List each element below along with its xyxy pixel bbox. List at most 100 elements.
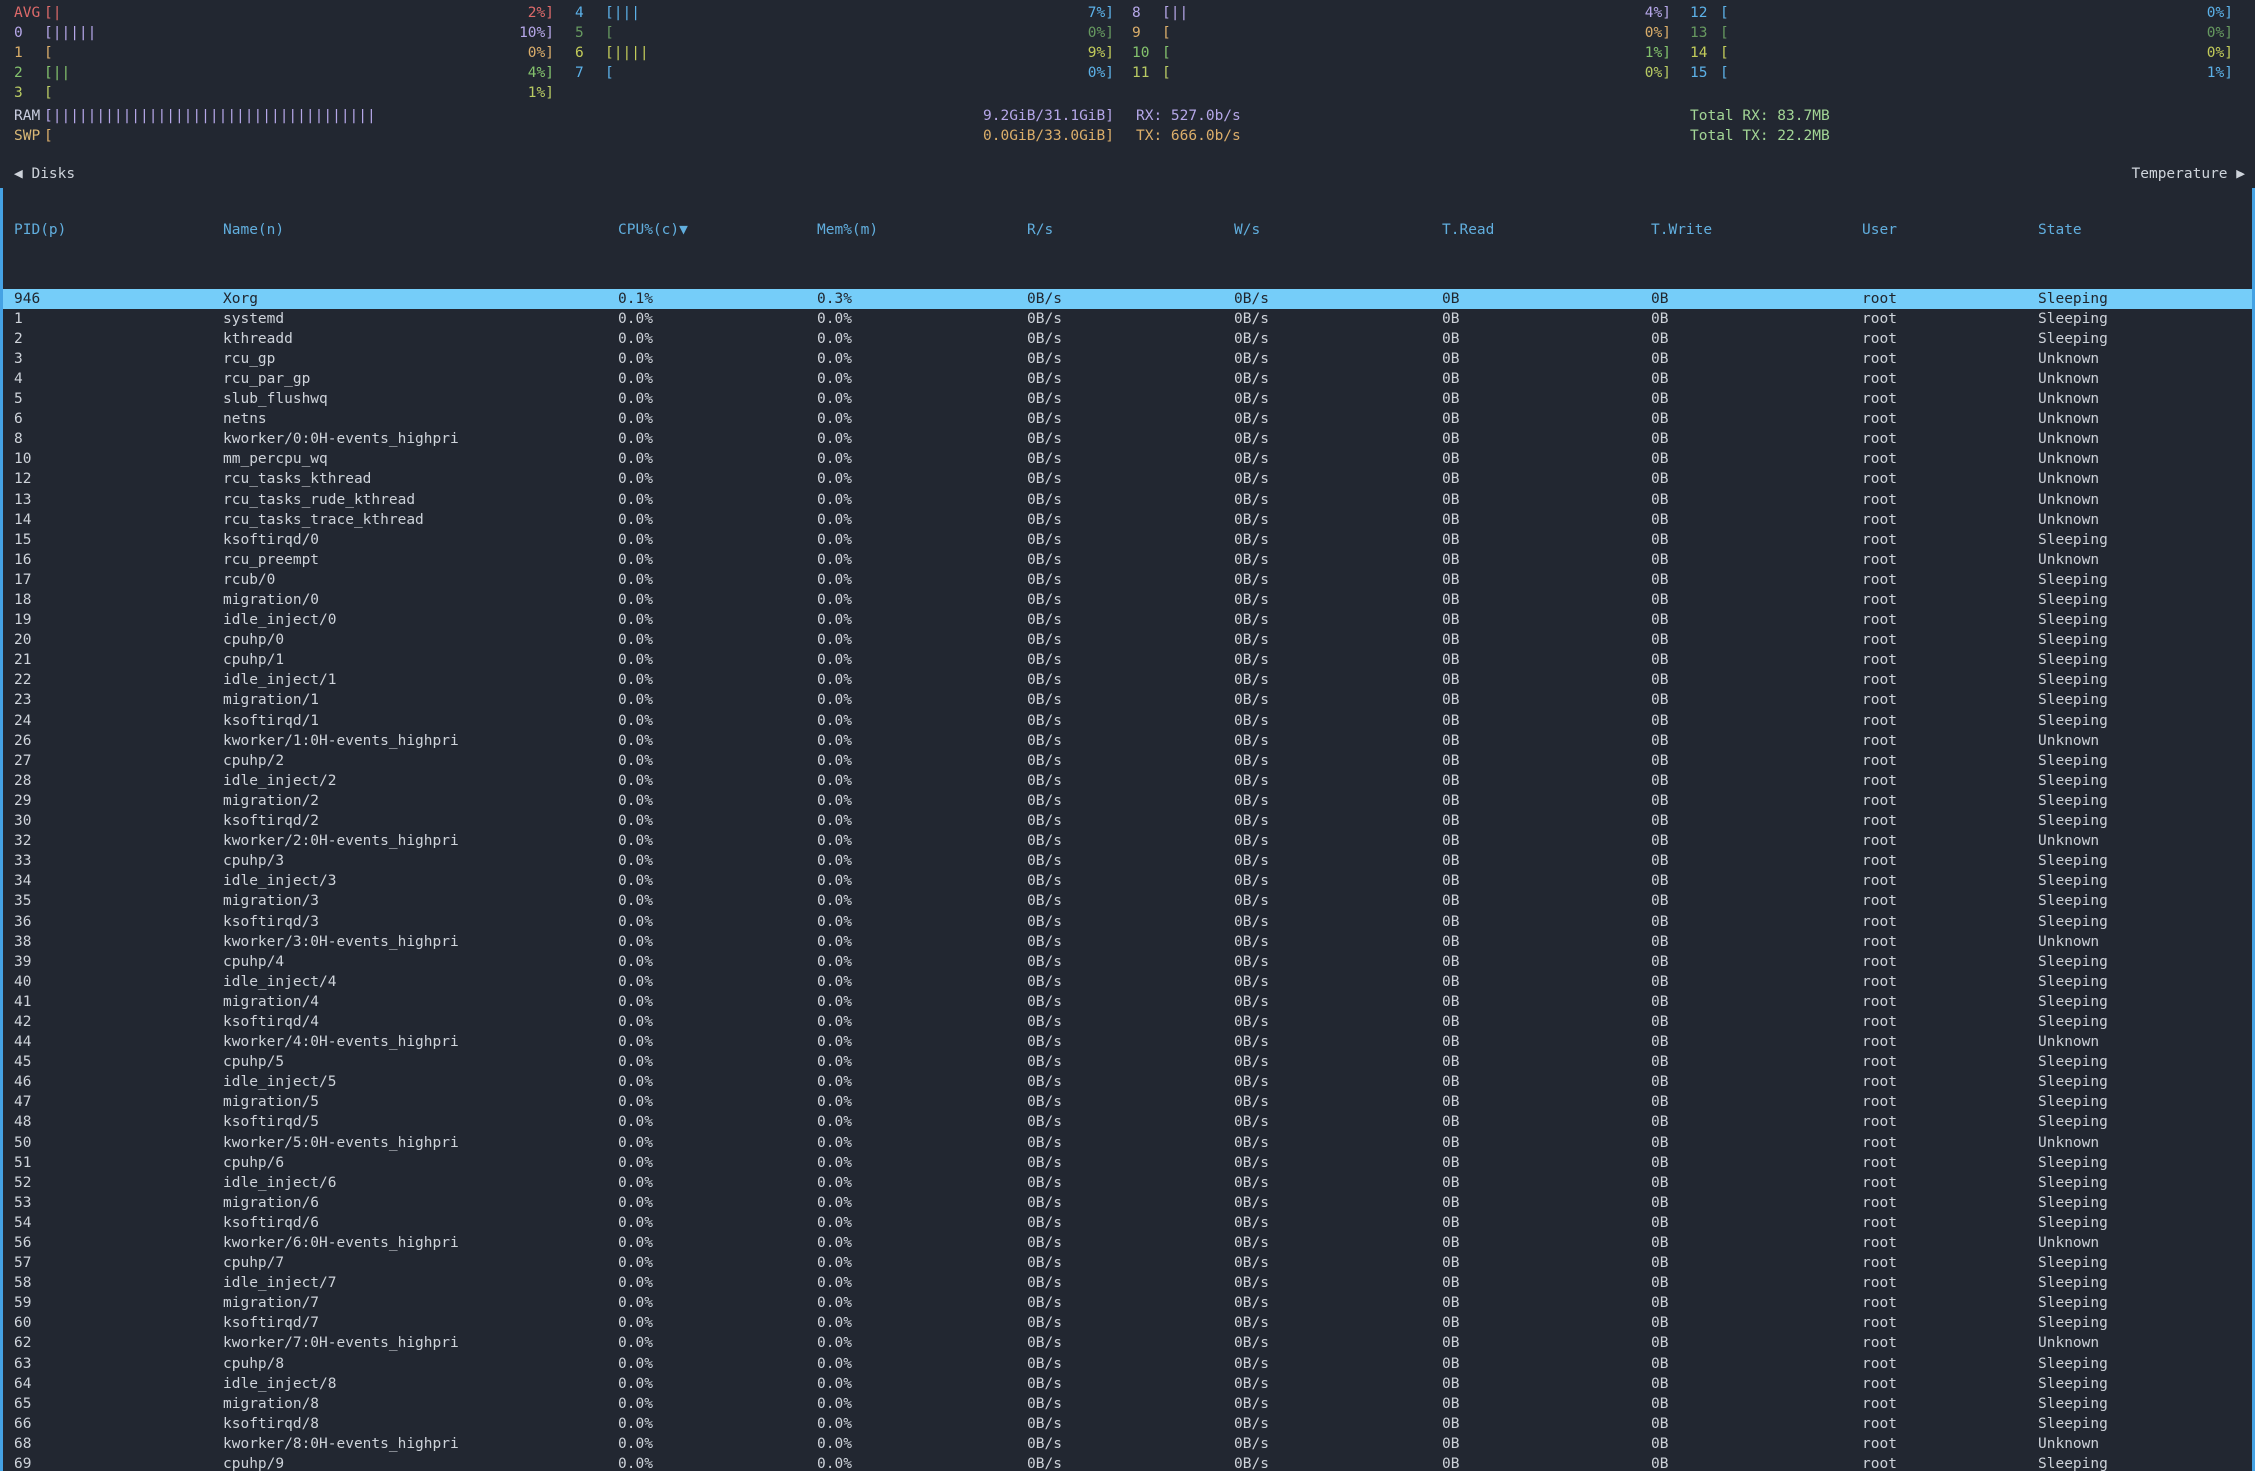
process-row[interactable]: 18migration/00.0%0.0%0B/s0B/s0B0BrootSle… (3, 590, 2252, 610)
process-row[interactable]: 26kworker/1:0H-events_highpri0.0%0.0%0B/… (3, 731, 2252, 751)
process-row[interactable]: 5slub_flushwq0.0%0.0%0B/s0B/s0B0BrootUnk… (3, 389, 2252, 409)
cpu-meter-column-1: AVG[|2%]0[|||||10%]1[0%]2[||4%]3[1%] (14, 3, 554, 103)
process-row[interactable]: 50kworker/5:0H-events_highpri0.0%0.0%0B/… (3, 1133, 2252, 1153)
process-row[interactable]: 63cpuhp/80.0%0.0%0B/s0B/s0B0BrootSleepin… (3, 1354, 2252, 1374)
cell: 0B (1442, 912, 1651, 932)
process-row[interactable]: 64idle_inject/80.0%0.0%0B/s0B/s0B0BrootS… (3, 1374, 2252, 1394)
process-row[interactable]: 45cpuhp/50.0%0.0%0B/s0B/s0B0BrootSleepin… (3, 1052, 2252, 1072)
column-header[interactable]: Mem%(m) (817, 220, 1027, 240)
process-row[interactable]: 57cpuhp/70.0%0.0%0B/s0B/s0B0BrootSleepin… (3, 1253, 2252, 1273)
process-row[interactable]: 42ksoftirqd/40.0%0.0%0B/s0B/s0B0BrootSle… (3, 1012, 2252, 1032)
column-header[interactable]: Name(n) (223, 220, 618, 240)
cell: 0B/s (1027, 932, 1234, 952)
cell: 0B (1442, 1374, 1651, 1394)
column-header[interactable]: W/s (1234, 220, 1442, 240)
process-row[interactable]: 48ksoftirqd/50.0%0.0%0B/s0B/s0B0BrootSle… (3, 1112, 2252, 1132)
cell: 0B/s (1234, 1072, 1442, 1092)
column-header[interactable]: User (1862, 220, 2038, 240)
process-row[interactable]: 24ksoftirqd/10.0%0.0%0B/s0B/s0B0BrootSle… (3, 711, 2252, 731)
cell: 39 (14, 952, 223, 972)
cell: 0.0% (817, 791, 1027, 811)
process-row[interactable]: 3rcu_gp0.0%0.0%0B/s0B/s0B0BrootUnknown (3, 349, 2252, 369)
process-row[interactable]: 53migration/60.0%0.0%0B/s0B/s0B0BrootSle… (3, 1193, 2252, 1213)
cell: 0B (1442, 851, 1651, 871)
process-row[interactable]: 21cpuhp/10.0%0.0%0B/s0B/s0B0BrootSleepin… (3, 650, 2252, 670)
process-row[interactable]: 35migration/30.0%0.0%0B/s0B/s0B0BrootSle… (3, 891, 2252, 911)
process-row[interactable]: 27cpuhp/20.0%0.0%0B/s0B/s0B0BrootSleepin… (3, 751, 2252, 771)
column-header[interactable]: CPU%(c)▼ (618, 220, 817, 240)
cell: 0.0% (618, 1092, 817, 1112)
cell: kthreadd (223, 329, 618, 349)
process-row[interactable]: 15ksoftirqd/00.0%0.0%0B/s0B/s0B0BrootSle… (3, 530, 2252, 550)
cell: root (1862, 329, 2038, 349)
cell: 0B (1442, 1193, 1651, 1213)
cell: 0B/s (1027, 831, 1234, 851)
cell: root (1862, 751, 2038, 771)
cell: 0B/s (1027, 952, 1234, 972)
process-row[interactable]: 13rcu_tasks_rude_kthread0.0%0.0%0B/s0B/s… (3, 490, 2252, 510)
process-row[interactable]: 66ksoftirqd/80.0%0.0%0B/s0B/s0B0BrootSle… (3, 1414, 2252, 1434)
nav-prev-disks-button[interactable]: ◀ Disks (14, 164, 75, 184)
cell: Sleeping (2038, 751, 2252, 771)
process-row[interactable]: 34idle_inject/30.0%0.0%0B/s0B/s0B0BrootS… (3, 871, 2252, 891)
process-row[interactable]: 22idle_inject/10.0%0.0%0B/s0B/s0B0BrootS… (3, 670, 2252, 690)
network-tx: TX: 666.0b/s (1136, 126, 1241, 146)
meter-label: 15 (1690, 63, 1720, 83)
process-row[interactable]: 6netns0.0%0.0%0B/s0B/s0B0BrootUnknown (3, 409, 2252, 429)
process-row[interactable]: 4rcu_par_gp0.0%0.0%0B/s0B/s0B0BrootUnkno… (3, 369, 2252, 389)
cell: 0B (1442, 409, 1651, 429)
process-row[interactable]: 68kworker/8:0H-events_highpri0.0%0.0%0B/… (3, 1434, 2252, 1454)
process-row[interactable]: 62kworker/7:0H-events_highpri0.0%0.0%0B/… (3, 1333, 2252, 1353)
process-row[interactable]: 29migration/20.0%0.0%0B/s0B/s0B0BrootSle… (3, 791, 2252, 811)
process-row[interactable]: 36ksoftirqd/30.0%0.0%0B/s0B/s0B0BrootSle… (3, 912, 2252, 932)
process-row[interactable]: 2kthreadd0.0%0.0%0B/s0B/s0B0BrootSleepin… (3, 329, 2252, 349)
cell: 0B (1442, 751, 1651, 771)
cell: 56 (14, 1233, 223, 1253)
cell: Unknown (2038, 1434, 2252, 1454)
column-header[interactable]: PID(p) (14, 220, 223, 240)
process-row[interactable]: 19idle_inject/00.0%0.0%0B/s0B/s0B0BrootS… (3, 610, 2252, 630)
process-row[interactable]: 14rcu_tasks_trace_kthread0.0%0.0%0B/s0B/… (3, 510, 2252, 530)
swap-meter: SWP[0.0GiB/33.0GiB] (14, 126, 1114, 146)
process-row[interactable]: 23migration/10.0%0.0%0B/s0B/s0B0BrootSle… (3, 690, 2252, 710)
process-row[interactable]: 46idle_inject/50.0%0.0%0B/s0B/s0B0BrootS… (3, 1072, 2252, 1092)
process-row[interactable]: 30ksoftirqd/20.0%0.0%0B/s0B/s0B0BrootSle… (3, 811, 2252, 831)
process-row[interactable]: 69cpuhp/90.0%0.0%0B/s0B/s0B0BrootSleepin… (3, 1454, 2252, 1471)
process-row[interactable]: 60ksoftirqd/70.0%0.0%0B/s0B/s0B0BrootSle… (3, 1313, 2252, 1333)
process-row[interactable]: 47migration/50.0%0.0%0B/s0B/s0B0BrootSle… (3, 1092, 2252, 1112)
process-row[interactable]: 32kworker/2:0H-events_highpri0.0%0.0%0B/… (3, 831, 2252, 851)
cell: 0B/s (1027, 630, 1234, 650)
process-row[interactable]: 52idle_inject/60.0%0.0%0B/s0B/s0B0BrootS… (3, 1173, 2252, 1193)
process-row[interactable]: 41migration/40.0%0.0%0B/s0B/s0B0BrootSle… (3, 992, 2252, 1012)
cell: 1 (14, 309, 223, 329)
process-row[interactable]: 10mm_percpu_wq0.0%0.0%0B/s0B/s0B0BrootUn… (3, 449, 2252, 469)
cell: 10 (14, 449, 223, 469)
column-header[interactable]: T.Read (1442, 220, 1651, 240)
process-row[interactable]: 38kworker/3:0H-events_highpri0.0%0.0%0B/… (3, 932, 2252, 952)
process-row[interactable]: 56kworker/6:0H-events_highpri0.0%0.0%0B/… (3, 1233, 2252, 1253)
cell: 4 (14, 369, 223, 389)
process-row[interactable]: 58idle_inject/70.0%0.0%0B/s0B/s0B0BrootS… (3, 1273, 2252, 1293)
process-row[interactable]: 17rcub/00.0%0.0%0B/s0B/s0B0BrootSleeping (3, 570, 2252, 590)
process-row[interactable]: 65migration/80.0%0.0%0B/s0B/s0B0BrootSle… (3, 1394, 2252, 1414)
process-row[interactable]: 33cpuhp/30.0%0.0%0B/s0B/s0B0BrootSleepin… (3, 851, 2252, 871)
process-row[interactable]: 51cpuhp/60.0%0.0%0B/s0B/s0B0BrootSleepin… (3, 1153, 2252, 1173)
process-row[interactable]: 8kworker/0:0H-events_highpri0.0%0.0%0B/s… (3, 429, 2252, 449)
process-row[interactable]: 54ksoftirqd/60.0%0.0%0B/s0B/s0B0BrootSle… (3, 1213, 2252, 1233)
column-header[interactable]: T.Write (1651, 220, 1862, 240)
process-row[interactable]: 59migration/70.0%0.0%0B/s0B/s0B0BrootSle… (3, 1293, 2252, 1313)
nav-next-temperature-button[interactable]: Temperature ▶ (2132, 164, 2246, 184)
column-header[interactable]: R/s (1027, 220, 1234, 240)
process-row[interactable]: 12rcu_tasks_kthread0.0%0.0%0B/s0B/s0B0Br… (3, 469, 2252, 489)
process-row[interactable]: 40idle_inject/40.0%0.0%0B/s0B/s0B0BrootS… (3, 972, 2252, 992)
process-row[interactable]: 20cpuhp/00.0%0.0%0B/s0B/s0B0BrootSleepin… (3, 630, 2252, 650)
process-row[interactable]: 16rcu_preempt0.0%0.0%0B/s0B/s0B0BrootUnk… (3, 550, 2252, 570)
column-header[interactable]: State (2038, 220, 2252, 240)
process-row[interactable]: 1systemd0.0%0.0%0B/s0B/s0B0BrootSleeping (3, 309, 2252, 329)
cell: 0.0% (618, 670, 817, 690)
process-row[interactable]: 28idle_inject/20.0%0.0%0B/s0B/s0B0BrootS… (3, 771, 2252, 791)
process-row[interactable]: 44kworker/4:0H-events_highpri0.0%0.0%0B/… (3, 1032, 2252, 1052)
process-row[interactable]: 39cpuhp/40.0%0.0%0B/s0B/s0B0BrootSleepin… (3, 952, 2252, 972)
cell: 15 (14, 530, 223, 550)
process-row[interactable]: 946Xorg0.1%0.3%0B/s0B/s0B0BrootSleeping (3, 289, 2252, 309)
